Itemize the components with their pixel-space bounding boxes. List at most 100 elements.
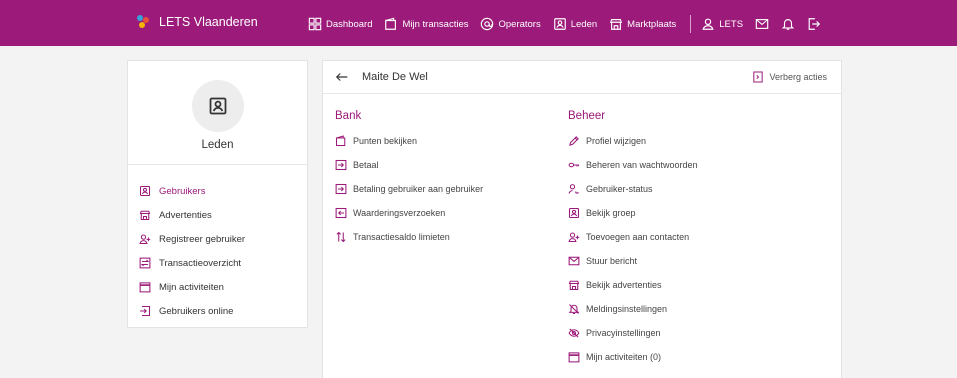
sidebar-item-label: Gebruikers online [159, 305, 234, 317]
at-icon [481, 17, 494, 31]
store-icon [610, 19, 623, 30]
hide-actions-icon [753, 71, 764, 83]
bank-section: Bank Punten bekijken Betaal Betaling geb… [335, 110, 483, 249]
sidebar-title: Leden [201, 139, 234, 151]
action-beheren-van-wachtwoorden[interactable]: Beheren van wachtwoorden [568, 153, 698, 177]
action-label: Toevoegen aan contacten [586, 232, 690, 242]
action-label: Meldingsinstellingen [586, 304, 668, 314]
calendar-icon [568, 352, 580, 363]
card-header: Maite De Wel Verberg acties [323, 61, 841, 94]
action-label: Gebruiker-status [586, 184, 653, 194]
mail-icon [568, 256, 580, 266]
sidebar-item-gebruikers-online[interactable]: Gebruikers online [139, 299, 245, 323]
action-label: Bekijk advertenties [586, 280, 662, 290]
action-gebruiker-status[interactable]: Gebruiker-status [568, 177, 698, 201]
leden-sidebar: Leden Gebruikers Advertenties Registreer… [127, 60, 308, 328]
user-status-icon [568, 184, 579, 194]
sidebar-item-label: Gebruikers [159, 185, 206, 197]
pay-icon [335, 183, 347, 195]
contact-card-icon [209, 97, 227, 115]
login-icon [140, 305, 151, 317]
store-icon [139, 210, 151, 221]
group-icon [568, 207, 580, 219]
account-menu[interactable]: LETS [701, 17, 743, 31]
bell-off-icon [568, 304, 580, 315]
action-label: Stuur bericht [586, 256, 638, 266]
action-label: Betaal [353, 160, 379, 170]
main-nav: Dashboard Mijn transacties Operators Led… [308, 15, 833, 33]
sidebar-divider [128, 164, 307, 165]
top-navigation-bar: LETS Vlaanderen Dashboard Mijn transacti… [0, 0, 957, 46]
action-privacyinstellingen[interactable]: Privacyinstellingen [568, 321, 698, 345]
brand[interactable]: LETS Vlaanderen [137, 15, 258, 29]
store-icon [568, 280, 580, 291]
action-stuur-bericht[interactable]: Stuur bericht [568, 249, 698, 273]
user-detail-card: Maite De Wel Verberg acties Bank Punten … [322, 60, 842, 378]
action-punten-bekijken[interactable]: Punten bekijken [335, 129, 483, 153]
back-arrow-icon[interactable] [335, 70, 349, 84]
sidebar-item-label: Mijn activiteiten [159, 281, 224, 293]
action-mijn-activiteiten[interactable]: Mijn activiteiten (0) [568, 345, 698, 369]
user-add-icon [139, 234, 151, 245]
nav-marktplaats[interactable]: Marktplaats [609, 17, 676, 31]
nav-leden-label: Leden [570, 18, 598, 30]
nav-mijn-transacties[interactable]: Mijn transacties [384, 17, 468, 31]
action-label: Punten bekijken [353, 136, 418, 146]
logout-icon [808, 18, 821, 30]
nav-operators[interactable]: Operators [480, 17, 541, 31]
action-toevoegen-aan-contacten[interactable]: Toevoegen aan contacten [568, 225, 698, 249]
action-label: Transactiesaldo limieten [353, 232, 450, 242]
nav-dashboard[interactable]: Dashboard [308, 17, 372, 31]
action-bekijk-advertenties[interactable]: Bekijk advertenties [568, 273, 698, 297]
account-label: LETS [719, 18, 744, 30]
pay-icon [335, 159, 347, 171]
nav-leden[interactable]: Leden [553, 17, 597, 31]
wallet-icon [385, 17, 397, 30]
action-waarderingsverzoeken[interactable]: Waarderingsverzoeken [335, 201, 483, 225]
sidebar-item-transactieoverzicht[interactable]: Transactieoverzicht [139, 251, 245, 275]
user-icon [702, 18, 714, 30]
hide-actions-label: Verberg acties [769, 72, 827, 82]
sidebar-item-advertenties[interactable]: Advertenties [139, 203, 245, 227]
page-title: Maite De Wel [362, 71, 428, 83]
action-bekijk-groep[interactable]: Bekijk groep [568, 201, 698, 225]
action-label: Privacyinstellingen [586, 328, 661, 338]
sidebar-item-label: Transactieoverzicht [159, 257, 242, 269]
lets-logo-icon [137, 15, 149, 29]
action-label: Mijn activiteiten (0) [586, 352, 662, 362]
action-label: Waarderingsverzoeken [353, 208, 446, 218]
nav-dashboard-label: Dashboard [326, 18, 373, 30]
key-icon [568, 162, 580, 168]
action-label: Profiel wijzigen [586, 136, 647, 146]
action-label: Betaling gebruiker aan gebruiker [353, 184, 484, 194]
beheer-heading: Beheer [568, 110, 606, 122]
action-label: Beheren van wachtwoorden [586, 160, 698, 170]
bell-icon [781, 19, 795, 30]
request-icon [335, 207, 347, 219]
nav-marktplaats-label: Marktplaats [627, 18, 677, 30]
action-profiel-wijzigen[interactable]: Profiel wijzigen [568, 129, 698, 153]
contact-card-icon [553, 18, 566, 30]
pencil-icon [569, 136, 579, 146]
action-betaling-gebruiker-aan-gebruiker[interactable]: Betaling gebruiker aan gebruiker [335, 177, 483, 201]
avatar [192, 80, 244, 132]
action-transactiesaldo-limieten[interactable]: Transactiesaldo limieten [335, 225, 483, 249]
action-meldingsinstellingen[interactable]: Meldingsinstellingen [568, 297, 698, 321]
sort-arrows-icon [336, 231, 346, 243]
sidebar-item-registreer-gebruiker[interactable]: Registreer gebruiker [139, 227, 245, 251]
action-betaal[interactable]: Betaal [335, 153, 483, 177]
sidebar-item-gebruikers[interactable]: Gebruikers [139, 179, 245, 203]
contact-card-icon [139, 185, 151, 197]
logout-button[interactable] [807, 17, 821, 31]
notifications-button[interactable] [781, 17, 795, 31]
eye-off-icon [568, 328, 580, 338]
hide-actions-button[interactable]: Verberg acties [753, 71, 827, 83]
sidebar-menu: Gebruikers Advertenties Registreer gebru… [139, 179, 245, 323]
user-add-icon [568, 232, 580, 243]
app-title: LETS Vlaanderen [159, 15, 258, 29]
dashboard-icon [308, 17, 322, 31]
sidebar-item-label: Advertenties [159, 209, 212, 221]
nav-mijn-transacties-label: Mijn transacties [402, 18, 469, 30]
sidebar-item-mijn-activiteiten[interactable]: Mijn activiteiten [139, 275, 245, 299]
messages-button[interactable] [755, 17, 769, 31]
